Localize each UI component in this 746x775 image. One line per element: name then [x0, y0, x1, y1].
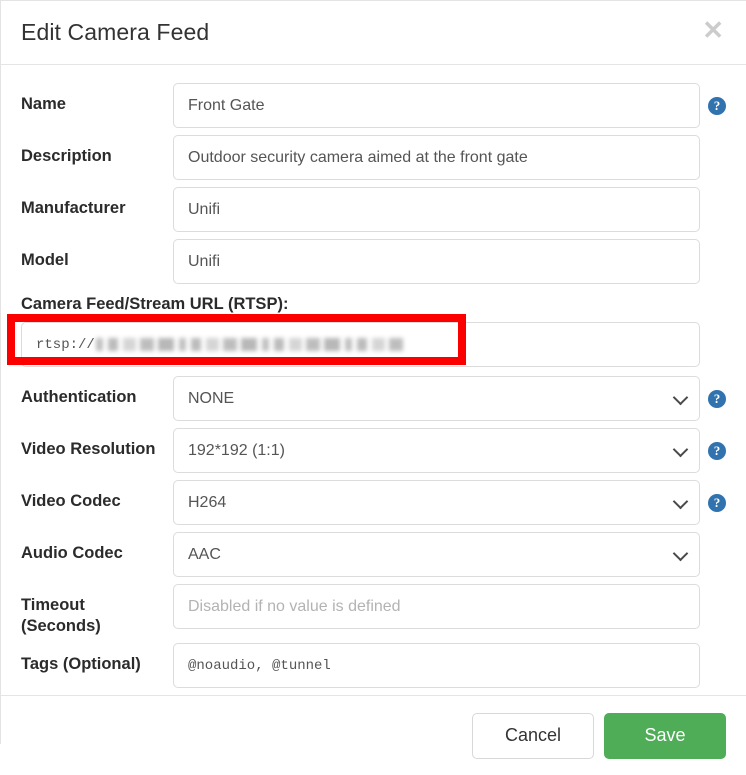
form-row-authentication: Authentication NONE ?: [21, 376, 726, 421]
help-icon-video-resolution[interactable]: ?: [708, 442, 726, 460]
close-icon[interactable]: ✕: [696, 13, 730, 47]
stream-url-input[interactable]: rtsp://: [21, 322, 700, 367]
chevron-down-icon: [673, 493, 689, 509]
form-row-audio-codec: Audio Codec AAC: [21, 532, 726, 577]
field-wrap-tags: @noaudio, @tunnel: [173, 643, 726, 688]
video-resolution-select[interactable]: 192*192 (1:1): [173, 428, 700, 473]
field-wrap-timeout: Disabled if no value is defined: [173, 584, 726, 629]
audio-codec-value: AAC: [188, 546, 221, 564]
help-icon-name[interactable]: ?: [708, 97, 726, 115]
timeout-input[interactable]: Disabled if no value is defined: [173, 584, 700, 629]
save-button[interactable]: Save: [604, 713, 726, 759]
help-icon-authentication[interactable]: ?: [708, 390, 726, 408]
field-wrap-authentication: NONE ?: [173, 376, 726, 421]
form-row-name: Name Front Gate ?: [21, 83, 726, 128]
dialog-footer: Cancel Save: [1, 695, 746, 775]
field-wrap-description: Outdoor security camera aimed at the fro…: [173, 135, 726, 180]
label-audio-codec: Audio Codec: [21, 532, 173, 564]
form-row-video-codec: Video Codec H264 ?: [21, 480, 726, 525]
name-input[interactable]: Front Gate: [173, 83, 700, 128]
label-timeout: Timeout (Seconds): [21, 584, 173, 636]
label-tags: Tags (Optional): [21, 643, 173, 675]
video-resolution-value: 192*192 (1:1): [188, 442, 285, 460]
label-timeout-line1: Timeout: [21, 595, 165, 616]
manufacturer-input[interactable]: Unifi: [173, 187, 700, 232]
label-manufacturer: Manufacturer: [21, 187, 173, 219]
label-authentication: Authentication: [21, 376, 173, 408]
description-input[interactable]: Outdoor security camera aimed at the fro…: [173, 135, 700, 180]
field-wrap-audio-codec: AAC: [173, 532, 726, 577]
audio-codec-select[interactable]: AAC: [173, 532, 700, 577]
help-icon-video-codec[interactable]: ?: [708, 494, 726, 512]
label-video-resolution: Video Resolution: [21, 428, 173, 460]
dialog-header: Edit Camera Feed ✕: [1, 1, 746, 65]
edit-camera-feed-dialog: Edit Camera Feed ✕ Name Front Gate ? Des…: [0, 0, 746, 744]
video-codec-value: H264: [188, 494, 226, 512]
label-name: Name: [21, 83, 173, 115]
field-wrap-model: Unifi: [173, 239, 726, 284]
field-wrap-name: Front Gate ?: [173, 83, 726, 128]
tags-input[interactable]: @noaudio, @tunnel: [173, 643, 700, 688]
label-stream-url: Camera Feed/Stream URL (RTSP):: [21, 295, 726, 314]
authentication-select[interactable]: NONE: [173, 376, 700, 421]
page-title: Edit Camera Feed: [21, 19, 209, 46]
label-video-codec: Video Codec: [21, 480, 173, 512]
form-row-stream-url: Camera Feed/Stream URL (RTSP): rtsp://: [21, 295, 726, 367]
stream-url-redacted-text: [96, 338, 406, 351]
form-row-video-resolution: Video Resolution 192*192 (1:1) ?: [21, 428, 726, 473]
form-row-tags: Tags (Optional) @noaudio, @tunnel: [21, 643, 726, 688]
label-model: Model: [21, 239, 173, 271]
model-input[interactable]: Unifi: [173, 239, 700, 284]
authentication-value: NONE: [188, 390, 234, 408]
field-wrap-manufacturer: Unifi: [173, 187, 726, 232]
stream-url-prefix: rtsp://: [36, 337, 95, 353]
field-wrap-video-resolution: 192*192 (1:1) ?: [173, 428, 726, 473]
dialog-body: Name Front Gate ? Description Outdoor se…: [1, 65, 746, 695]
chevron-down-icon: [673, 441, 689, 457]
form-row-timeout: Timeout (Seconds) Disabled if no value i…: [21, 584, 726, 636]
label-timeout-line2: (Seconds): [21, 616, 165, 637]
chevron-down-icon: [673, 389, 689, 405]
form-row-manufacturer: Manufacturer Unifi: [21, 187, 726, 232]
form-row-description: Description Outdoor security camera aime…: [21, 135, 726, 180]
cancel-button[interactable]: Cancel: [472, 713, 594, 759]
form-row-model: Model Unifi: [21, 239, 726, 284]
field-wrap-video-codec: H264 ?: [173, 480, 726, 525]
video-codec-select[interactable]: H264: [173, 480, 700, 525]
label-description: Description: [21, 135, 173, 167]
chevron-down-icon: [673, 545, 689, 561]
stream-url-row: rtsp://: [21, 322, 726, 367]
